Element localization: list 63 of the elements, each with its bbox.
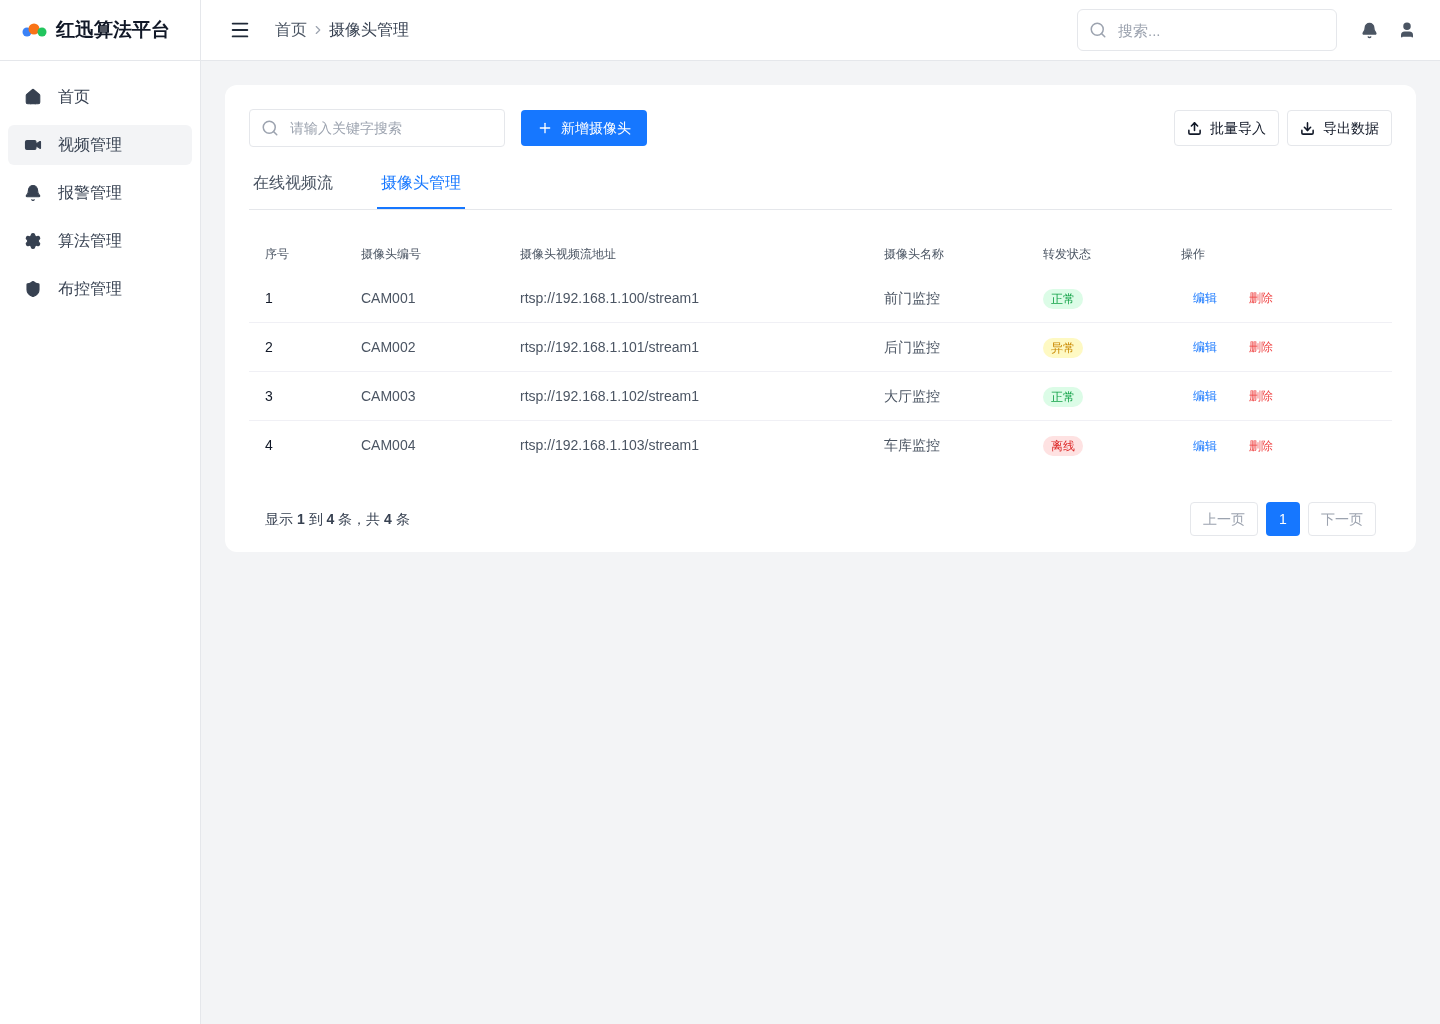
table-cell: CAM003 — [361, 387, 416, 404]
column-header: 操作 — [1181, 247, 1205, 261]
sidebar-item[interactable]: 视频管理 — [8, 125, 192, 165]
table-cell: CAM001 — [361, 289, 416, 306]
table-cell: 车库监控 — [884, 437, 940, 453]
upload-icon — [1187, 120, 1202, 136]
keyword-search-field[interactable]: 请输入关键字搜索 — [249, 109, 505, 147]
logo-icon — [22, 23, 48, 37]
column-header: 摄像头视频流地址 — [520, 247, 616, 261]
delete-link[interactable]: 删除 — [1249, 387, 1273, 405]
edit-link[interactable]: 编辑 — [1193, 436, 1217, 455]
bell-icon[interactable] — [1361, 21, 1378, 39]
column-header: 摄像头编号 — [361, 247, 421, 261]
sidebar-item[interactable]: 算法管理 — [8, 221, 192, 261]
gear-icon — [24, 232, 42, 250]
table-cell: 前门监控 — [884, 289, 940, 306]
table-cell: 1 — [265, 289, 273, 306]
search-icon — [1089, 21, 1107, 39]
add-camera-button[interactable]: 新增摄像头 — [521, 110, 647, 146]
breadcrumb-item: 摄像头管理 — [329, 20, 409, 40]
table-cell: rtsp://192.168.1.103/stream1 — [520, 437, 699, 453]
sidebar-item[interactable]: 首页 — [8, 77, 192, 117]
tab[interactable]: 摄像头管理 — [377, 159, 465, 209]
search-icon — [261, 119, 279, 137]
delete-link[interactable]: 删除 — [1249, 436, 1273, 455]
column-header: 序号 — [265, 247, 289, 261]
table-cell: 后门监控 — [884, 338, 940, 355]
delete-link[interactable]: 删除 — [1249, 338, 1273, 356]
plus-icon — [537, 120, 553, 136]
delete-link[interactable]: 删除 — [1249, 289, 1273, 307]
edit-link[interactable]: 编辑 — [1193, 387, 1217, 405]
page-button[interactable]: 1 — [1266, 502, 1300, 536]
table-cell: rtsp://192.168.1.102/stream1 — [520, 387, 699, 404]
brand-name: 红迅算法平台 — [56, 17, 170, 42]
pagination-summary: 显示 1 到 4 条，共 4 条 — [265, 509, 410, 529]
table-cell: 2 — [265, 338, 273, 355]
import-button[interactable]: 批量导入 — [1174, 110, 1279, 146]
edit-link[interactable]: 编辑 — [1193, 338, 1217, 356]
status-badge: 正常 — [1043, 288, 1083, 309]
edit-link[interactable]: 编辑 — [1193, 289, 1217, 307]
user-icon[interactable] — [1398, 21, 1416, 39]
table-cell: 大厅监控 — [884, 387, 940, 404]
table-cell: 3 — [265, 387, 273, 404]
sidebar-item[interactable]: 报警管理 — [8, 173, 192, 213]
home-icon — [24, 88, 42, 106]
download-icon — [1300, 120, 1315, 136]
table-cell: 4 — [265, 437, 273, 453]
table-cell: rtsp://192.168.1.100/stream1 — [520, 289, 699, 306]
status-badge: 离线 — [1043, 436, 1083, 456]
tab[interactable]: 在线视频流 — [249, 159, 337, 209]
table-cell: CAM002 — [361, 338, 416, 355]
bell-icon — [24, 184, 42, 202]
export-button[interactable]: 导出数据 — [1287, 110, 1392, 146]
table-cell: CAM004 — [361, 437, 416, 453]
search-field[interactable]: 搜索... — [1077, 9, 1337, 51]
breadcrumb-item[interactable]: 首页 — [275, 18, 307, 42]
table-cell: rtsp://192.168.1.101/stream1 — [520, 338, 699, 355]
shield-icon — [24, 280, 42, 298]
status-badge: 异常 — [1043, 337, 1083, 358]
column-header: 转发状态 — [1043, 247, 1091, 261]
column-header: 摄像头名称 — [884, 247, 944, 261]
sidebar-item[interactable]: 布控管理 — [8, 269, 192, 309]
status-badge: 正常 — [1043, 386, 1083, 407]
